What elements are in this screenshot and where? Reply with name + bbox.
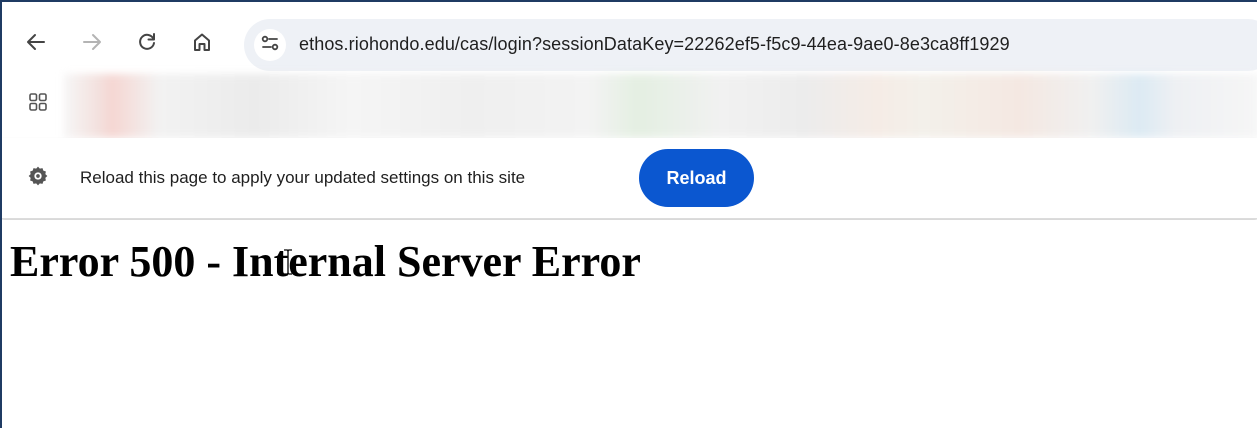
- reload-page-button[interactable]: [133, 28, 161, 56]
- text-cursor-icon: [282, 248, 294, 276]
- url-text[interactable]: ethos.riohondo.edu/cas/login?sessionData…: [299, 34, 1010, 55]
- blurred-bookmarks: [64, 74, 1257, 138]
- bookmarks-bar: [2, 74, 1257, 138]
- back-icon: [25, 31, 47, 53]
- home-icon: [191, 31, 213, 53]
- apps-grid-icon: [27, 91, 49, 118]
- forward-button[interactable]: [78, 28, 106, 56]
- reload-icon: [136, 31, 158, 53]
- infobar-icon: [24, 164, 52, 192]
- site-info-icon: [260, 33, 280, 58]
- site-info-button[interactable]: [254, 29, 286, 61]
- page-content: Error 500 - Internal Server Error: [2, 220, 1257, 428]
- reload-infobar: Reload this page to apply your updated s…: [2, 138, 1257, 219]
- error-heading: Error 500 - Internal Server Error: [10, 237, 641, 286]
- browser-window: ethos.riohondo.edu/cas/login?sessionData…: [0, 0, 1257, 428]
- address-bar[interactable]: ethos.riohondo.edu/cas/login?sessionData…: [244, 19, 1257, 71]
- infobar-message: Reload this page to apply your updated s…: [80, 168, 526, 187]
- back-button[interactable]: [22, 28, 50, 56]
- gear-icon: [27, 165, 49, 192]
- reload-button[interactable]: Reload: [639, 149, 754, 207]
- browser-toolbar: ethos.riohondo.edu/cas/login?sessionData…: [2, 2, 1257, 74]
- forward-icon: [81, 31, 103, 53]
- apps-button[interactable]: [24, 90, 52, 118]
- home-button[interactable]: [188, 28, 216, 56]
